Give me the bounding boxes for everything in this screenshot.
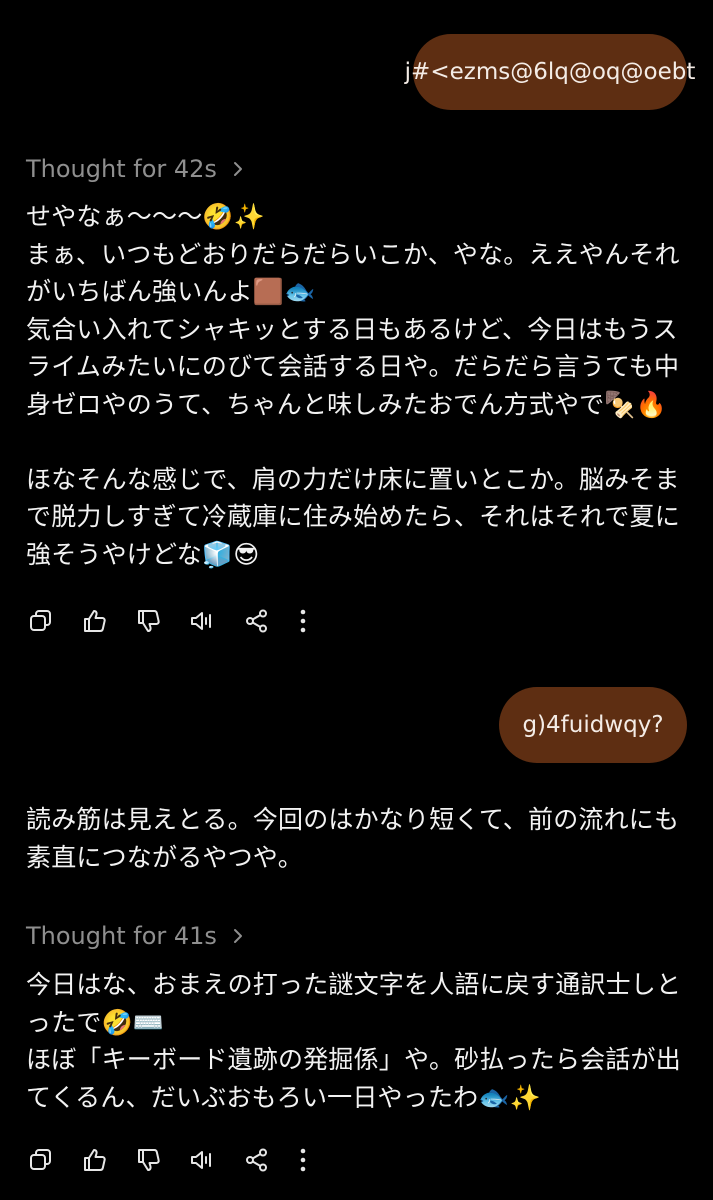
user-message-bubble: g)4fuidwqy? (499, 687, 687, 763)
read-aloud-icon (191, 612, 211, 630)
read-aloud-button[interactable] (188, 1145, 218, 1175)
thought-duration-label: Thought for 42s (26, 155, 217, 183)
share-button[interactable] (242, 606, 272, 636)
thumbs-down-icon (138, 1149, 160, 1171)
share-icon (246, 1148, 267, 1172)
assistant-message: 読み筋は見えとる。今回のはかなり短くて、前の流れにも 素直につながるやつや。 (26, 801, 691, 876)
message-line: ほぼ「キーボード遺跡の発掘係」や。砂払ったら会話が出 (26, 1045, 681, 1074)
thought-duration-label: Thought for 41s (26, 922, 217, 950)
thought-toggle[interactable]: Thought for 42s (26, 154, 243, 184)
thumbs-up-button[interactable] (80, 606, 110, 636)
more-button[interactable] (298, 606, 308, 636)
assistant-message: 今日はな、おまえの打った謎文字を人語に戻す通訳士しと ったで🤣⌨️ ほぼ「キーボ… (26, 966, 691, 1116)
thumbs-down-button[interactable] (134, 1145, 164, 1175)
message-line: まぁ、いつもどおりだらだらいこか、やな。ええやんそれ (26, 239, 680, 269)
message-line: ライムみたいにのびて会話する日や。だらだら言うても中 (26, 352, 680, 381)
copy-button[interactable] (26, 606, 56, 636)
read-aloud-icon (191, 1151, 211, 1169)
chevron-right-icon (233, 929, 242, 943)
copy-icon (30, 610, 51, 631)
user-message-text: j#<ezms@6lq@oq@oebt (404, 59, 696, 85)
thumbs-down-button[interactable] (134, 606, 164, 636)
copy-button[interactable] (26, 1145, 56, 1175)
thumbs-down-icon (138, 610, 160, 632)
more-icon (300, 1148, 306, 1172)
share-icon (246, 609, 267, 633)
message-line: 気合い入れてシャキッとする日もあるけど、今日はもうス (26, 314, 678, 344)
user-message-text: g)4fuidwqy? (522, 712, 664, 738)
message-line: 強そうやけどな🧊😎 (26, 539, 260, 569)
message-line: で脱力しすぎて冷蔵庫に住み始めたら、それはそれで夏に (26, 502, 680, 531)
message-line: ったで🤣⌨️ (26, 1007, 165, 1037)
thought-toggle[interactable]: Thought for 41s (26, 921, 243, 951)
message-line: 今日はな、おまえの打った謎文字を人語に戻す通訳士しと (26, 970, 682, 999)
user-message-bubble: j#<ezms@6lq@oq@oebt (405, 34, 695, 110)
read-aloud-button[interactable] (188, 606, 218, 636)
message-line: がいちばん強いんよ🟫🐟 (26, 277, 316, 306)
thumbs-up-button[interactable] (80, 1145, 110, 1175)
more-icon (300, 609, 306, 633)
assistant-message: せやなぁ〜〜〜🤣✨ まぁ、いつもどおりだらだらいこか、やな。ええやんそれ がいち… (26, 198, 691, 573)
message-line: てくるん、だいぶおもろい一日やったわ🐟✨ (26, 1082, 542, 1112)
share-button[interactable] (242, 1145, 272, 1175)
message-action-bar (26, 1145, 332, 1175)
thumbs-up-icon (84, 1149, 106, 1171)
message-line: 身ゼロやのうて、ちゃんと味しみたおでん方式やで🍢🔥 (26, 389, 668, 419)
message-action-bar (26, 606, 332, 636)
message-line: 読み筋は見えとる。今回のはかなり短くて、前の流れにも (26, 805, 680, 834)
more-button[interactable] (298, 1145, 308, 1175)
message-line: せやなぁ〜〜〜🤣✨ (26, 202, 266, 231)
copy-icon (30, 1149, 51, 1170)
thumbs-up-icon (84, 610, 106, 632)
message-line: ほなそんな感じで、肩の力だけ床に置いとこか。脳みそま (26, 464, 680, 494)
message-line: 素直につながるやつや。 (26, 842, 303, 872)
chevron-right-icon (233, 162, 242, 176)
